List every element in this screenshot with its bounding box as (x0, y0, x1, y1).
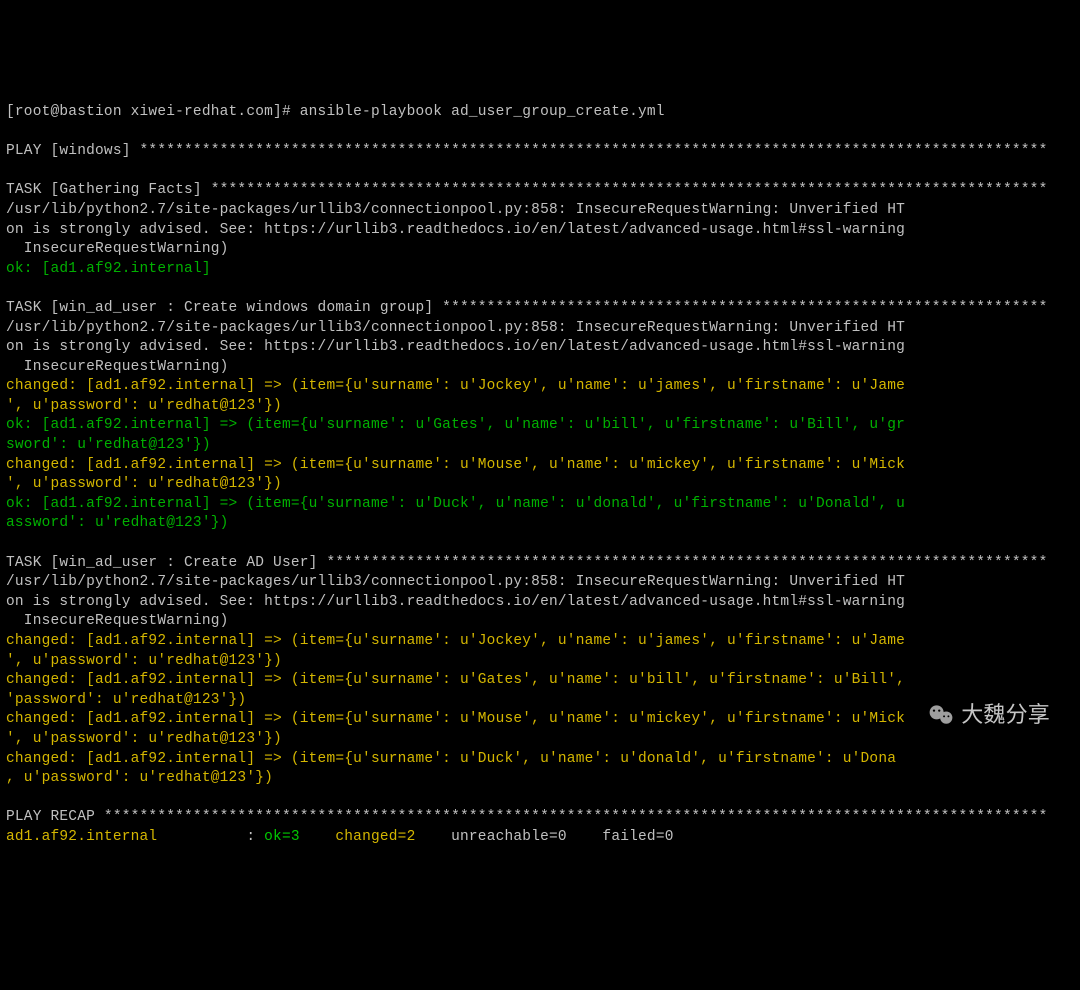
changed-result: changed: [ad1.af92.internal] => (item={u… (6, 711, 905, 727)
watermark: 大魏分享 (927, 701, 1050, 729)
ok-result: ok: [ad1.af92.internal] => (item={u'surn… (6, 417, 905, 433)
task-create-ad-user: TASK [win_ad_user : Create AD User] ****… (6, 555, 1047, 571)
warning-line: /usr/lib/python2.7/site-packages/urllib3… (6, 574, 905, 590)
changed-result: ', u'password': u'redhat@123'}) (6, 653, 282, 669)
ok-result: assword': u'redhat@123'}) (6, 515, 229, 531)
changed-result: changed: [ad1.af92.internal] => (item={u… (6, 633, 905, 649)
warning-line: InsecureRequestWarning) (6, 613, 229, 629)
terminal-output: [root@bastion xiwei-redhat.com]# ansible… (0, 78, 1080, 852)
changed-result: changed: [ad1.af92.internal] => (item={u… (6, 457, 905, 473)
recap-ok: ok=3 (264, 829, 300, 845)
warning-line: InsecureRequestWarning) (6, 241, 229, 257)
warning-line: /usr/lib/python2.7/site-packages/urllib3… (6, 202, 905, 218)
changed-result: changed: [ad1.af92.internal] => (item={u… (6, 751, 896, 767)
warning-line: /usr/lib/python2.7/site-packages/urllib3… (6, 320, 905, 336)
ok-result: ok: [ad1.af92.internal] (6, 261, 211, 277)
ok-result: ok: [ad1.af92.internal] => (item={u'surn… (6, 496, 905, 512)
changed-result: , u'password': u'redhat@123'}) (6, 770, 273, 786)
warning-line: on is strongly advised. See: https://url… (6, 594, 905, 610)
recap-unreach: unreachable=0 (415, 829, 566, 845)
changed-result: ', u'password': u'redhat@123'}) (6, 398, 282, 414)
wechat-icon (927, 701, 955, 729)
recap-changed: changed=2 (300, 829, 416, 845)
play-recap-header: PLAY RECAP *****************************… (6, 809, 1047, 825)
changed-result: changed: [ad1.af92.internal] => (item={u… (6, 672, 905, 688)
watermark-text: 大魏分享 (961, 705, 1050, 725)
warning-line: on is strongly advised. See: https://url… (6, 339, 905, 355)
play-header: PLAY [windows] *************************… (6, 143, 1047, 159)
warning-line: InsecureRequestWarning) (6, 359, 229, 375)
recap-failed: failed=0 (567, 829, 674, 845)
recap-sep: : (157, 829, 264, 845)
task-create-group: TASK [win_ad_user : Create windows domai… (6, 300, 1047, 316)
changed-result: ', u'password': u'redhat@123'}) (6, 731, 282, 747)
changed-result: changed: [ad1.af92.internal] => (item={u… (6, 378, 905, 394)
task-gathering-facts: TASK [Gathering Facts] *****************… (6, 182, 1047, 198)
recap-host: ad1.af92.internal (6, 829, 157, 845)
ok-result: sword': u'redhat@123'}) (6, 437, 211, 453)
warning-line: on is strongly advised. See: https://url… (6, 222, 905, 238)
command-prompt: [root@bastion xiwei-redhat.com]# ansible… (6, 104, 665, 120)
changed-result: 'password': u'redhat@123'}) (6, 692, 246, 708)
changed-result: ', u'password': u'redhat@123'}) (6, 476, 282, 492)
